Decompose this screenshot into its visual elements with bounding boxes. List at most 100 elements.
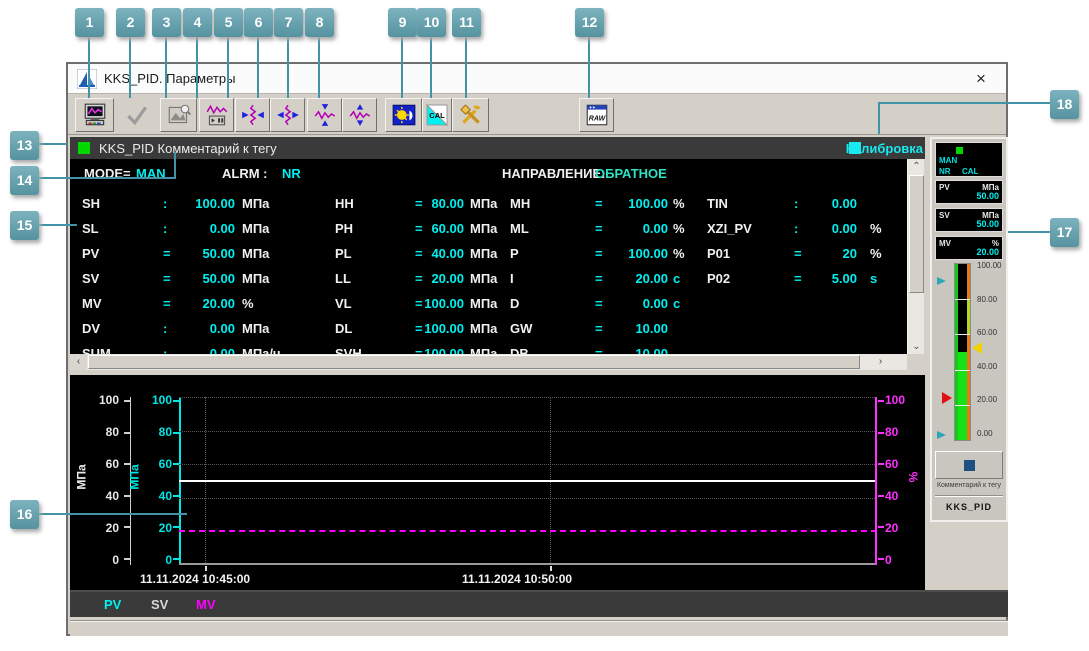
param-value: 10.00 (598, 321, 668, 336)
parameter-rows: SH : 100.00 МПа HH = 80.00 МПа MH = 100.… (70, 192, 907, 354)
alarm-colors-button[interactable] (385, 98, 422, 132)
legend-item-sv[interactable]: SV (151, 597, 168, 612)
callout-line (196, 37, 198, 98)
param-value: 100.00 (598, 246, 668, 261)
confirm-button[interactable] (117, 98, 157, 132)
param-value: 100.00 (598, 196, 668, 211)
vertical-scroll-thumb[interactable] (909, 175, 924, 293)
param-value: 0.00 (170, 321, 235, 336)
alarm-lamp-icon (391, 102, 417, 128)
legend-item-mv[interactable]: MV (196, 597, 216, 612)
sv-label: SV (939, 211, 950, 220)
param-unit: МПа (242, 196, 269, 211)
compress-horizontal-button[interactable] (235, 98, 270, 132)
callout-14: 14 (10, 166, 39, 195)
faceplate-mode-box: MAN NR CAL (935, 142, 1003, 177)
callout-16: 16 (10, 500, 39, 529)
param-label: PV (82, 246, 99, 261)
image-magnifier-icon (166, 102, 192, 128)
horizontal-scrollbar[interactable]: ‹ › (70, 354, 907, 370)
faceplate-tag: KKS_PID (932, 502, 1006, 512)
gauge-scale-label: 20.00 (977, 395, 1009, 404)
param-label: P (510, 246, 519, 261)
callout-1: 1 (75, 8, 104, 37)
gauge-tick-20 (955, 405, 970, 406)
param-separator: : (163, 196, 167, 211)
gauge-tick-40 (955, 370, 970, 371)
scroll-up-arrow[interactable]: ⌃ (908, 159, 925, 174)
settings-tools-button[interactable] (452, 98, 489, 132)
tag-comment: KKS_PID Комментарий к тегу (99, 141, 277, 156)
parameter-row: SV = 50.00 МПа LL = 20.00 МПа I = 20.00 … (70, 267, 907, 292)
close-button[interactable]: × (970, 68, 992, 90)
callout-line (129, 37, 131, 98)
legend-item-pv[interactable]: PV (104, 597, 121, 612)
param-value: 0.00 (170, 346, 235, 354)
callout-11: 11 (452, 8, 481, 37)
axis-tick-label: 60 (141, 458, 172, 470)
callout-17: 17 (1050, 218, 1079, 247)
calibration-label: Калибровка (846, 141, 923, 156)
left-inner-axis-labels: 100806040200 (141, 394, 172, 566)
param-label: I (510, 271, 514, 286)
wave-expand-x-icon (275, 102, 301, 128)
calibration-button[interactable]: CAL (422, 98, 452, 132)
pv-value: 50.00 (976, 191, 999, 201)
param-value: 20.00 (598, 271, 668, 286)
param-unit: МПа (470, 196, 497, 211)
x-axis-label-1: 11.11.2024 10:45:00 (140, 572, 250, 586)
callout-line (878, 102, 880, 134)
param-label: ML (510, 221, 529, 236)
vertical-scrollbar[interactable]: ⌃ ⌄ (907, 159, 924, 354)
param-unit: МПа (242, 221, 269, 236)
gauge-marker-yellow[interactable] (972, 342, 982, 354)
compress-vertical-button[interactable] (307, 98, 342, 132)
callout-5: 5 (214, 8, 243, 37)
param-label: SUM (82, 346, 111, 354)
print-screen-button[interactable] (75, 98, 114, 132)
alrm-label: ALRM : (222, 166, 268, 181)
param-value: 40.00 (420, 246, 464, 261)
faceplate-status-square (956, 147, 963, 154)
param-label: DL (335, 321, 352, 336)
wave-expand-y-icon (347, 102, 373, 128)
raw-data-button[interactable]: RAW (579, 98, 614, 132)
wave-compress-y-icon (312, 102, 338, 128)
axis-tick-label: 80 (88, 426, 119, 438)
title-bar[interactable]: KKS_PID. Параметры × (68, 64, 1006, 94)
param-separator: : (163, 321, 167, 336)
trend-start-stop-button[interactable] (199, 98, 234, 132)
parameter-row: DV : 0.00 МПа DL = 100.00 МПа GW = 10.00 (70, 317, 907, 342)
param-value: 20.00 (170, 296, 235, 311)
param-label: GW (510, 321, 532, 336)
param-unit: МПа (242, 271, 269, 286)
mv-value: 20.00 (976, 247, 999, 257)
param-label: DV (82, 321, 100, 336)
callout-4: 4 (183, 8, 212, 37)
gauge-marker-red[interactable] (942, 392, 952, 404)
image-view-button[interactable] (160, 98, 197, 132)
faceplate-divider (935, 495, 1003, 497)
faceplate-open-button[interactable] (935, 451, 1003, 479)
expand-horizontal-button[interactable] (270, 98, 305, 132)
param-unit: % (673, 246, 685, 261)
param-label: DB (510, 346, 529, 354)
expand-vertical-button[interactable] (342, 98, 377, 132)
axis-tick-label: 0 (885, 554, 916, 566)
scroll-right-arrow[interactable]: › (872, 354, 889, 370)
faceplate-card: MAN NR CAL PV МПа 50.00 SV МПа 50.00 MV … (930, 137, 1008, 522)
trend-chart: МПа 100806040200 МПа 100806040200 100806… (70, 375, 925, 590)
horizontal-scroll-thumb[interactable] (88, 355, 860, 369)
callout-line (879, 102, 1050, 104)
param-label: D (510, 296, 519, 311)
gauge-right-strip-segment (967, 299, 970, 334)
mode-row: MODE= MAN ALRM : NR НАПРАВЛЕНИЕ: ОБРАТНО… (70, 166, 907, 184)
scroll-left-arrow[interactable]: ‹ (70, 354, 87, 370)
gauge-scale-label: 60.00 (977, 328, 1009, 337)
param-value: 0.00 (170, 221, 235, 236)
param-value: 0.00 (598, 221, 668, 236)
scroll-down-arrow[interactable]: ⌄ (908, 339, 925, 354)
param-separator: : (163, 346, 167, 354)
param-value: 100.00 (170, 196, 235, 211)
callout-10: 10 (417, 8, 446, 37)
